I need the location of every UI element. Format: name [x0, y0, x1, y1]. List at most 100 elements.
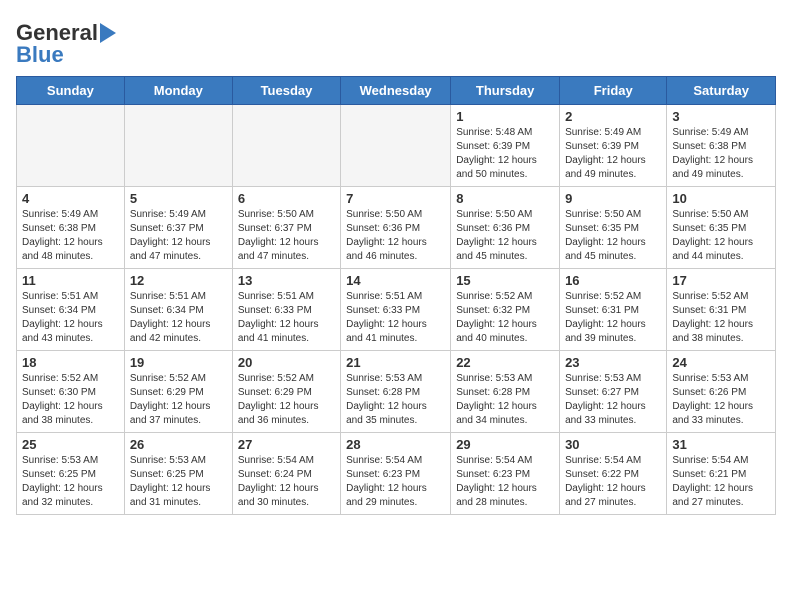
day-cell: [17, 105, 125, 187]
day-number: 24: [672, 355, 770, 370]
day-number: 25: [22, 437, 119, 452]
day-info: Sunrise: 5:51 AM Sunset: 6:33 PM Dayligh…: [346, 290, 445, 346]
day-cell: 21 Sunrise: 5:53 AM Sunset: 6:28 PM Dayli…: [341, 351, 451, 433]
header-tuesday: Tuesday: [232, 77, 340, 105]
day-cell: 6 Sunrise: 5:50 AM Sunset: 6:37 PM Daylig…: [232, 187, 340, 269]
day-cell: [341, 105, 451, 187]
header-friday: Friday: [560, 77, 667, 105]
week-row-3: 11 Sunrise: 5:51 AM Sunset: 6:34 PM Dayli…: [17, 269, 776, 351]
day-info: Sunrise: 5:50 AM Sunset: 6:36 PM Dayligh…: [346, 208, 445, 264]
day-cell: 16Sunrise: 5:52 AM Sunset: 6:31 PM Dayli…: [560, 269, 667, 351]
day-info: Sunrise: 5:52 AM Sunset: 6:31 PM Dayligh…: [672, 290, 770, 346]
day-info: Sunrise: 5:53 AM Sunset: 6:26 PM Dayligh…: [672, 372, 770, 428]
day-cell: [232, 105, 340, 187]
day-number: 4: [22, 191, 119, 206]
day-info: Sunrise: 5:51 AM Sunset: 6:34 PM Dayligh…: [22, 290, 119, 346]
day-info: Sunrise: 5:54 AM Sunset: 6:21 PM Dayligh…: [672, 454, 770, 510]
day-info: Sunrise: 5:49 AM Sunset: 6:38 PM Dayligh…: [672, 126, 770, 182]
logo-blue: Blue: [16, 42, 64, 68]
day-number: 31: [672, 437, 770, 452]
day-info: Sunrise: 5:49 AM Sunset: 6:39 PM Dayligh…: [565, 126, 661, 182]
logo-arrow-icon: [100, 23, 124, 43]
day-cell: 25 Sunrise: 5:53 AM Sunset: 6:25 PM Dayli…: [17, 433, 125, 515]
day-cell: 24 Sunrise: 5:53 AM Sunset: 6:26 PM Dayli…: [667, 351, 776, 433]
day-cell: 13 Sunrise: 5:51 AM Sunset: 6:33 PM Dayli…: [232, 269, 340, 351]
day-info: Sunrise: 5:53 AM Sunset: 6:28 PM Dayligh…: [456, 372, 554, 428]
day-number: 18: [22, 355, 119, 370]
day-info: Sunrise: 5:51 AM Sunset: 6:34 PM Dayligh…: [130, 290, 227, 346]
week-row-4: 18 Sunrise: 5:52 AM Sunset: 6:30 PM Dayli…: [17, 351, 776, 433]
day-cell: 17 Sunrise: 5:52 AM Sunset: 6:31 PM Dayli…: [667, 269, 776, 351]
day-cell: 2 Sunrise: 5:49 AM Sunset: 6:39 PM Daylig…: [560, 105, 667, 187]
day-info: Sunrise: 5:51 AM Sunset: 6:33 PM Dayligh…: [238, 290, 335, 346]
day-cell: 15 Sunrise: 5:52 AM Sunset: 6:32 PM Dayli…: [451, 269, 560, 351]
day-info: Sunrise: 5:52 AM Sunset: 6:32 PM Dayligh…: [456, 290, 554, 346]
day-info: Sunrise: 5:54 AM Sunset: 6:23 PM Dayligh…: [346, 454, 445, 510]
day-number: 30: [565, 437, 661, 452]
day-number: 11: [22, 273, 119, 288]
day-cell: 12 Sunrise: 5:51 AM Sunset: 6:34 PM Dayli…: [124, 269, 232, 351]
day-cell: 29Sunrise: 5:54 AM Sunset: 6:23 PM Dayli…: [451, 433, 560, 515]
header-thursday: Thursday: [451, 77, 560, 105]
day-cell: 31 Sunrise: 5:54 AM Sunset: 6:21 PM Dayli…: [667, 433, 776, 515]
day-number: 14: [346, 273, 445, 288]
header-wednesday: Wednesday: [341, 77, 451, 105]
day-number: 21: [346, 355, 445, 370]
day-info: Sunrise: 5:50 AM Sunset: 6:35 PM Dayligh…: [565, 208, 661, 264]
day-info: Sunrise: 5:49 AM Sunset: 6:38 PM Dayligh…: [22, 208, 119, 264]
day-number: 7: [346, 191, 445, 206]
day-number: 2: [565, 109, 661, 124]
day-cell: 22Sunrise: 5:53 AM Sunset: 6:28 PM Dayli…: [451, 351, 560, 433]
day-cell: 20 Sunrise: 5:52 AM Sunset: 6:29 PM Dayli…: [232, 351, 340, 433]
header-saturday: Saturday: [667, 77, 776, 105]
calendar-header-row: SundayMondayTuesdayWednesdayThursdayFrid…: [17, 77, 776, 105]
day-info: Sunrise: 5:53 AM Sunset: 6:25 PM Dayligh…: [22, 454, 119, 510]
day-info: Sunrise: 5:54 AM Sunset: 6:24 PM Dayligh…: [238, 454, 335, 510]
day-info: Sunrise: 5:52 AM Sunset: 6:29 PM Dayligh…: [238, 372, 335, 428]
day-info: Sunrise: 5:50 AM Sunset: 6:35 PM Dayligh…: [672, 208, 770, 264]
day-cell: 19Sunrise: 5:52 AM Sunset: 6:29 PM Dayli…: [124, 351, 232, 433]
day-number: 3: [672, 109, 770, 124]
day-cell: 11 Sunrise: 5:51 AM Sunset: 6:34 PM Dayli…: [17, 269, 125, 351]
day-cell: 5 Sunrise: 5:49 AM Sunset: 6:37 PM Daylig…: [124, 187, 232, 269]
day-number: 23: [565, 355, 661, 370]
day-number: 1: [456, 109, 554, 124]
day-number: 20: [238, 355, 335, 370]
day-info: Sunrise: 5:50 AM Sunset: 6:36 PM Dayligh…: [456, 208, 554, 264]
header-monday: Monday: [124, 77, 232, 105]
day-cell: 4 Sunrise: 5:49 AM Sunset: 6:38 PM Daylig…: [17, 187, 125, 269]
day-cell: 30 Sunrise: 5:54 AM Sunset: 6:22 PM Dayli…: [560, 433, 667, 515]
day-info: Sunrise: 5:48 AM Sunset: 6:39 PM Dayligh…: [456, 126, 554, 182]
day-info: Sunrise: 5:52 AM Sunset: 6:31 PM Dayligh…: [565, 290, 661, 346]
day-info: Sunrise: 5:53 AM Sunset: 6:25 PM Dayligh…: [130, 454, 227, 510]
day-number: 8: [456, 191, 554, 206]
day-number: 5: [130, 191, 227, 206]
week-row-5: 25 Sunrise: 5:53 AM Sunset: 6:25 PM Dayli…: [17, 433, 776, 515]
day-info: Sunrise: 5:53 AM Sunset: 6:28 PM Dayligh…: [346, 372, 445, 428]
day-info: Sunrise: 5:54 AM Sunset: 6:23 PM Dayligh…: [456, 454, 554, 510]
day-cell: 10 Sunrise: 5:50 AM Sunset: 6:35 PM Dayli…: [667, 187, 776, 269]
day-info: Sunrise: 5:50 AM Sunset: 6:37 PM Dayligh…: [238, 208, 335, 264]
day-number: 10: [672, 191, 770, 206]
day-number: 6: [238, 191, 335, 206]
day-cell: 7 Sunrise: 5:50 AM Sunset: 6:36 PM Daylig…: [341, 187, 451, 269]
day-cell: 27 Sunrise: 5:54 AM Sunset: 6:24 PM Dayli…: [232, 433, 340, 515]
day-number: 19: [130, 355, 227, 370]
day-number: 27: [238, 437, 335, 452]
day-cell: 1 Sunrise: 5:48 AM Sunset: 6:39 PM Daylig…: [451, 105, 560, 187]
day-cell: 28 Sunrise: 5:54 AM Sunset: 6:23 PM Dayli…: [341, 433, 451, 515]
day-number: 13: [238, 273, 335, 288]
day-cell: 26 Sunrise: 5:53 AM Sunset: 6:25 PM Dayli…: [124, 433, 232, 515]
week-row-2: 4 Sunrise: 5:49 AM Sunset: 6:38 PM Daylig…: [17, 187, 776, 269]
calendar-table: SundayMondayTuesdayWednesdayThursdayFrid…: [16, 76, 776, 515]
day-number: 12: [130, 273, 227, 288]
day-number: 28: [346, 437, 445, 452]
day-info: Sunrise: 5:52 AM Sunset: 6:30 PM Dayligh…: [22, 372, 119, 428]
day-number: 17: [672, 273, 770, 288]
day-info: Sunrise: 5:49 AM Sunset: 6:37 PM Dayligh…: [130, 208, 227, 264]
day-info: Sunrise: 5:54 AM Sunset: 6:22 PM Dayligh…: [565, 454, 661, 510]
logo: General Blue: [16, 20, 124, 68]
day-number: 15: [456, 273, 554, 288]
day-number: 26: [130, 437, 227, 452]
day-cell: 14 Sunrise: 5:51 AM Sunset: 6:33 PM Dayli…: [341, 269, 451, 351]
